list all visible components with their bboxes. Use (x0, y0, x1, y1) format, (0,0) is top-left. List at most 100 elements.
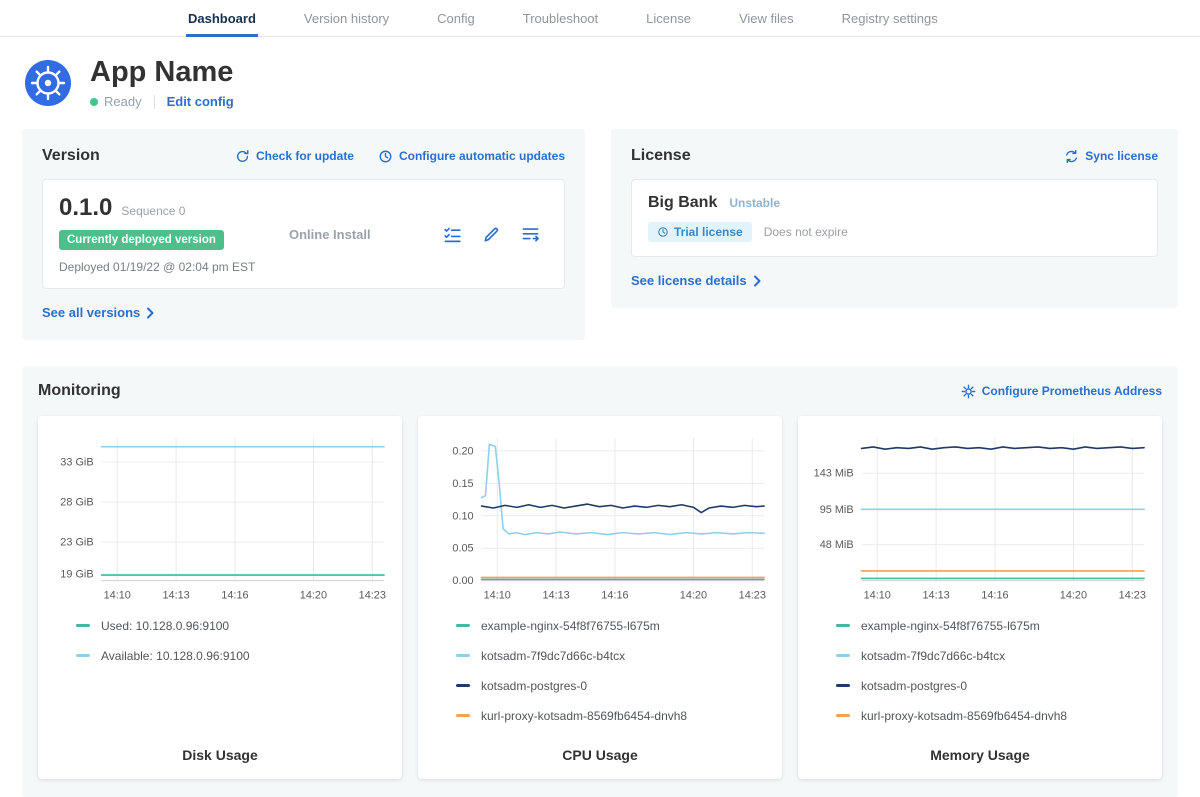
legend-item: kotsadm-7f9dc7d66c-b4tcx (456, 649, 772, 663)
version-panel-title: Version (42, 147, 100, 165)
cpu-chart-svg: 0.000.050.100.150.2014:1014:1314:1614:20… (428, 428, 772, 606)
svg-text:28 GiB: 28 GiB (60, 497, 93, 509)
edit-config-link[interactable]: Edit config (167, 94, 234, 109)
version-info: 0.1.0 Sequence 0 Currently deployed vers… (59, 194, 267, 274)
chevron-right-icon (146, 307, 155, 319)
see-license-details-label: See license details (631, 273, 747, 288)
chart-card-memory: 48 MiB95 MiB143 MiB14:1014:1314:1614:201… (798, 416, 1162, 778)
legend-item: example-nginx-54f8f76755-l675m (836, 619, 1152, 633)
trial-license-badge: Trial license (648, 222, 752, 242)
license-customer-name: Big Bank (648, 194, 717, 212)
svg-text:0.20: 0.20 (452, 446, 473, 458)
svg-text:0.00: 0.00 (452, 576, 473, 588)
legend-swatch (836, 684, 850, 687)
see-all-versions-label: See all versions (42, 305, 140, 320)
legend-swatch (76, 654, 90, 657)
svg-text:14:23: 14:23 (359, 590, 386, 602)
tab-version-history[interactable]: Version history (302, 2, 391, 37)
svg-text:14:13: 14:13 (542, 590, 569, 602)
svg-text:0.15: 0.15 (452, 478, 473, 490)
license-panel-header: License Sync license (631, 147, 1158, 165)
see-all-versions-link[interactable]: See all versions (42, 305, 155, 320)
legend-label: kotsadm-7f9dc7d66c-b4tcx (861, 649, 1005, 663)
chevron-right-icon (753, 275, 762, 287)
app-header: App Name Ready Edit config (0, 37, 1200, 113)
legend-item: Available: 10.128.0.96:9100 (76, 649, 392, 663)
summary-cards-row: Version Check for update Configure autom… (0, 113, 1200, 340)
version-actions (443, 225, 548, 244)
disk-usage-title: Disk Usage (48, 739, 392, 763)
version-panel: Version Check for update Configure autom… (22, 129, 585, 340)
license-card: Big Bank Unstable Trial license Does not… (631, 179, 1158, 257)
configure-prometheus-button[interactable]: Configure Prometheus Address (961, 384, 1162, 399)
tab-dashboard[interactable]: Dashboard (186, 2, 258, 37)
svg-text:0.05: 0.05 (452, 543, 473, 555)
release-notes-icon[interactable] (521, 225, 540, 244)
monitoring-panel: Monitoring Configure Prometheus Address … (22, 366, 1178, 796)
deployed-version-card: 0.1.0 Sequence 0 Currently deployed vers… (42, 179, 565, 289)
version-number: 0.1.0 (59, 194, 112, 222)
sync-license-label: Sync license (1085, 149, 1158, 163)
configure-automatic-updates-label: Configure automatic updates (399, 149, 565, 163)
legend-label: example-nginx-54f8f76755-l675m (481, 619, 660, 633)
svg-text:14:13: 14:13 (162, 590, 189, 602)
svg-text:14:20: 14:20 (680, 590, 707, 602)
tab-view-files[interactable]: View files (737, 2, 796, 37)
legend-item: kotsadm-postgres-0 (456, 679, 772, 693)
tab-config[interactable]: Config (435, 2, 477, 37)
monitoring-header: Monitoring Configure Prometheus Address (38, 382, 1162, 400)
legend-item: kurl-proxy-kotsadm-8569fb6454-dnvh8 (836, 709, 1152, 723)
legend-swatch (456, 714, 470, 717)
sync-license-button[interactable]: Sync license (1064, 149, 1158, 164)
install-type-label: Online Install (267, 227, 371, 242)
legend-swatch (456, 624, 470, 627)
svg-text:19 GiB: 19 GiB (60, 569, 93, 581)
configure-automatic-updates-button[interactable]: Configure automatic updates (378, 149, 565, 164)
chart-card-cpu: 0.000.050.100.150.2014:1014:1314:1614:20… (418, 416, 782, 778)
license-panel-title: License (631, 147, 691, 165)
svg-text:14:23: 14:23 (1119, 590, 1146, 602)
legend-item: kotsadm-7f9dc7d66c-b4tcx (836, 649, 1152, 663)
memory-usage-title: Memory Usage (808, 739, 1152, 763)
legend-label: kotsadm-postgres-0 (861, 679, 967, 693)
tab-license[interactable]: License (644, 2, 693, 37)
configure-prometheus-label: Configure Prometheus Address (982, 384, 1162, 398)
svg-text:14:16: 14:16 (221, 590, 248, 602)
svg-text:23 GiB: 23 GiB (60, 537, 93, 549)
svg-text:14:13: 14:13 (922, 590, 949, 602)
status-dot-icon (90, 98, 98, 106)
sync-icon (1064, 149, 1079, 164)
legend-item: Used: 10.128.0.96:9100 (76, 619, 392, 633)
tab-troubleshoot[interactable]: Troubleshoot (521, 2, 600, 37)
disk-chart-svg: 19 GiB23 GiB28 GiB33 GiB14:1014:1314:161… (48, 428, 392, 606)
chart-card-disk: 19 GiB23 GiB28 GiB33 GiB14:1014:1314:161… (38, 416, 402, 778)
legend-label: Available: 10.128.0.96:9100 (101, 649, 250, 663)
svg-text:14:10: 14:10 (484, 590, 511, 602)
svg-text:48 MiB: 48 MiB (820, 540, 854, 552)
svg-text:14:10: 14:10 (104, 590, 131, 602)
charts-row: 19 GiB23 GiB28 GiB33 GiB14:1014:1314:161… (38, 416, 1162, 778)
legend-label: kurl-proxy-kotsadm-8569fb6454-dnvh8 (861, 709, 1067, 723)
legend-swatch (836, 624, 850, 627)
status-text: Ready (104, 94, 142, 109)
legend-label: kotsadm-7f9dc7d66c-b4tcx (481, 649, 625, 663)
edit-config-icon[interactable] (482, 225, 501, 244)
legend-swatch (456, 684, 470, 687)
see-license-details-link[interactable]: See license details (631, 273, 762, 288)
memory-usage-chart: 48 MiB95 MiB143 MiB14:1014:1314:1614:201… (808, 428, 1152, 606)
svg-text:14:16: 14:16 (981, 590, 1008, 602)
version-header-links: Check for update Configure automatic upd… (235, 149, 565, 164)
legend-swatch (76, 624, 90, 627)
check-for-update-button[interactable]: Check for update (235, 149, 354, 164)
gear-icon (961, 384, 976, 399)
deployed-timestamp: Deployed 01/19/22 @ 02:04 pm EST (59, 260, 267, 274)
svg-text:14:16: 14:16 (601, 590, 628, 602)
svg-text:95 MiB: 95 MiB (820, 504, 854, 516)
legend-item: kurl-proxy-kotsadm-8569fb6454-dnvh8 (456, 709, 772, 723)
preflight-checks-icon[interactable] (443, 225, 462, 244)
legend-label: example-nginx-54f8f76755-l675m (861, 619, 1040, 633)
disk-usage-legend: Used: 10.128.0.96:9100 Available: 10.128.… (48, 619, 392, 679)
tab-registry-settings[interactable]: Registry settings (840, 2, 940, 37)
monitoring-title: Monitoring (38, 382, 121, 400)
legend-item: example-nginx-54f8f76755-l675m (456, 619, 772, 633)
